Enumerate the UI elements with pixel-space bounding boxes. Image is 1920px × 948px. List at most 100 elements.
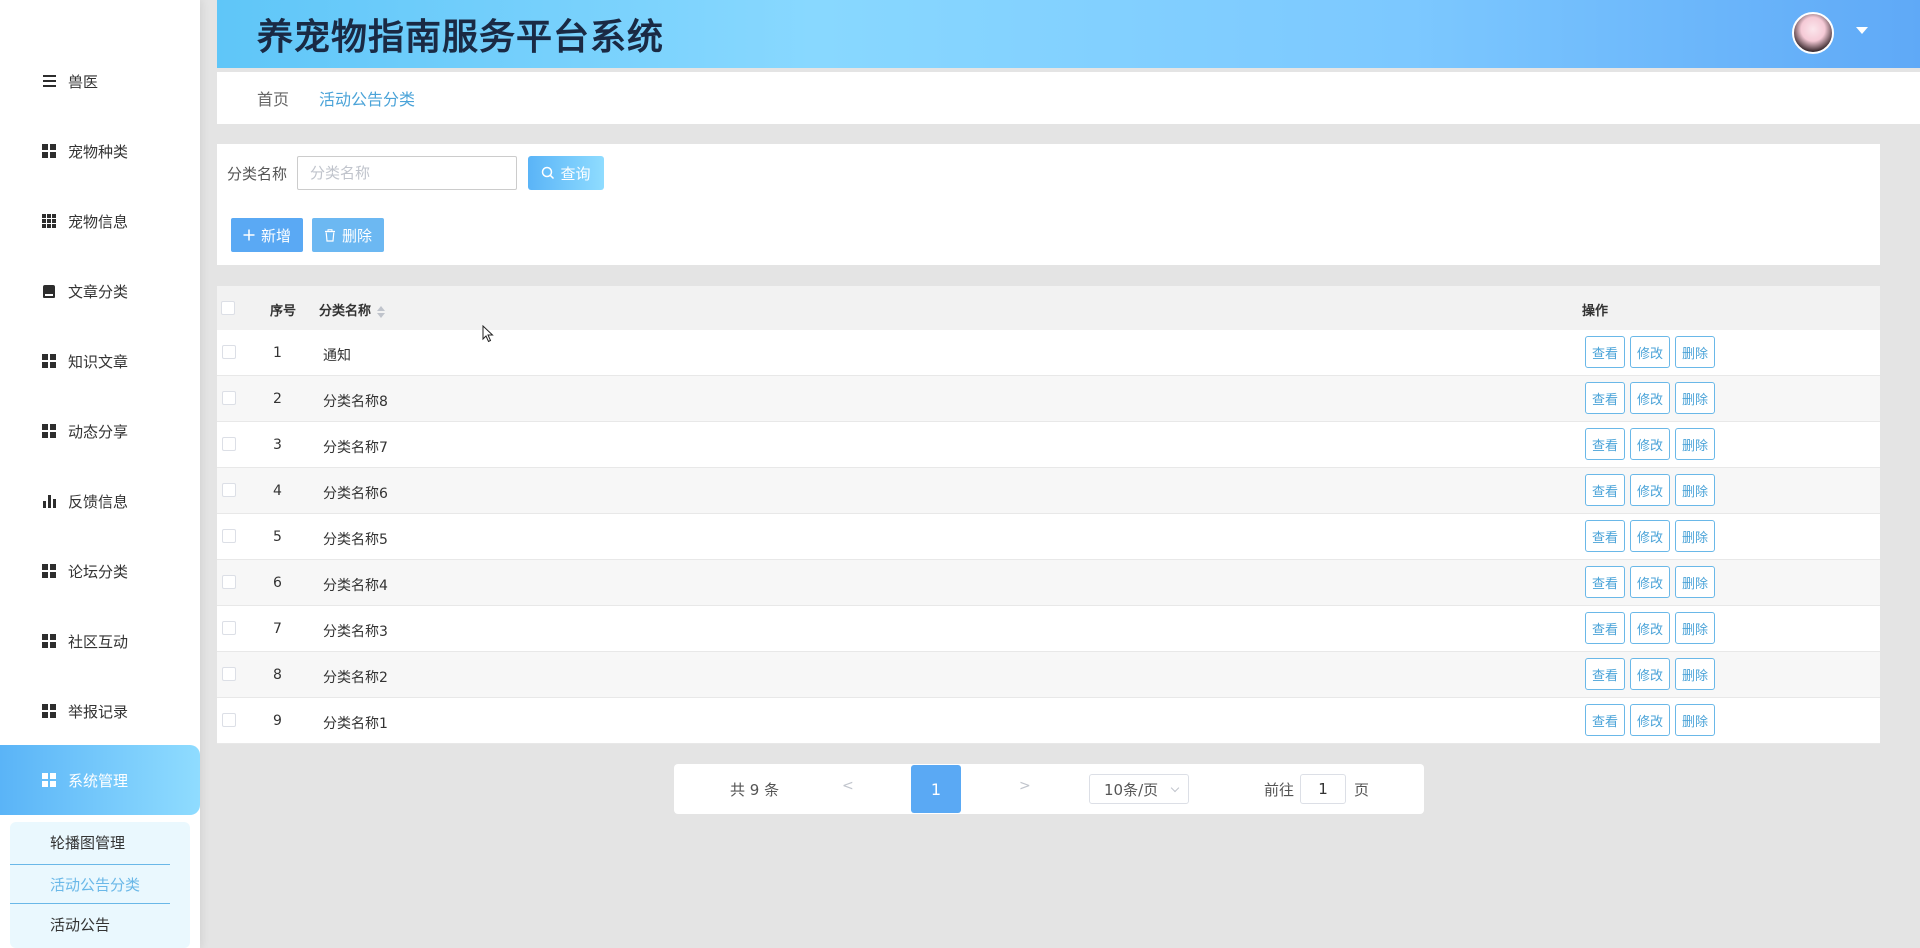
edit-button[interactable]: 修改 bbox=[1630, 474, 1670, 506]
grid-icon bbox=[42, 773, 56, 787]
edit-button[interactable]: 修改 bbox=[1630, 520, 1670, 552]
add-button[interactable]: 新增 bbox=[231, 218, 303, 252]
search-input[interactable] bbox=[297, 156, 517, 190]
breadcrumb-current: 活动公告分类 bbox=[319, 90, 416, 109]
view-button[interactable]: 查看 bbox=[1585, 566, 1625, 598]
sidebar-item[interactable]: 论坛分类 bbox=[0, 536, 200, 606]
row-index: 7 bbox=[273, 621, 282, 637]
view-button[interactable]: 查看 bbox=[1585, 382, 1625, 414]
sidebar-item-label: 论坛分类 bbox=[68, 562, 129, 581]
submenu-item[interactable]: 活动公告分类 bbox=[10, 864, 170, 904]
select-all-checkbox[interactable] bbox=[221, 301, 235, 315]
row-index: 9 bbox=[273, 713, 282, 729]
delete-button[interactable]: 删除 bbox=[1675, 382, 1715, 414]
sidebar-item[interactable]: 反馈信息 bbox=[0, 466, 200, 536]
sidebar-item[interactable]: 系统管理 bbox=[0, 745, 200, 815]
view-button[interactable]: 查看 bbox=[1585, 336, 1625, 368]
breadcrumb: 首页 活动公告分类 bbox=[217, 72, 1920, 124]
table-row: 4 分类名称6 查看 修改 删除 bbox=[217, 468, 1880, 514]
row-index: 2 bbox=[273, 391, 282, 407]
batch-delete-button[interactable]: 删除 bbox=[312, 218, 384, 252]
header-name[interactable]: 分类名称 bbox=[319, 300, 386, 319]
table-header: 序号 分类名称 操作 bbox=[217, 286, 1880, 330]
row-checkbox[interactable] bbox=[222, 529, 236, 543]
app-title: 养宠物指南服务平台系统 bbox=[257, 17, 665, 58]
row-checkbox[interactable] bbox=[222, 667, 236, 681]
edit-button[interactable]: 修改 bbox=[1630, 658, 1670, 690]
edit-button[interactable]: 修改 bbox=[1630, 612, 1670, 644]
sidebar-item[interactable]: 宠物种类 bbox=[0, 116, 200, 186]
sidebar-item[interactable]: 动态分享 bbox=[0, 396, 200, 466]
page-size-select[interactable]: 10条/页 bbox=[1089, 774, 1189, 804]
row-checkbox[interactable] bbox=[222, 483, 236, 497]
edit-button[interactable]: 修改 bbox=[1630, 566, 1670, 598]
table-row: 3 分类名称7 查看 修改 删除 bbox=[217, 422, 1880, 468]
edit-button[interactable]: 修改 bbox=[1630, 336, 1670, 368]
row-name: 分类名称6 bbox=[323, 486, 388, 502]
grid-icon bbox=[42, 354, 56, 368]
edit-button[interactable]: 修改 bbox=[1630, 428, 1670, 460]
view-button[interactable]: 查看 bbox=[1585, 474, 1625, 506]
page-number-button[interactable]: 1 bbox=[911, 765, 961, 813]
sidebar-item[interactable]: 举报记录 bbox=[0, 676, 200, 746]
data-table: 序号 分类名称 操作 1 通知 查看 修改 删除 2 分类名称8 查看 修改 删除 3 分类名称7 查看… bbox=[217, 286, 1880, 744]
sidebar-item[interactable]: 社区互动 bbox=[0, 606, 200, 676]
row-name: 分类名称4 bbox=[323, 578, 388, 594]
edit-button[interactable]: 修改 bbox=[1630, 382, 1670, 414]
delete-button[interactable]: 删除 bbox=[1675, 336, 1715, 368]
delete-button[interactable]: 删除 bbox=[1675, 566, 1715, 598]
view-button[interactable]: 查看 bbox=[1585, 658, 1625, 690]
sidebar-item[interactable]: 兽医 bbox=[0, 46, 200, 116]
view-button[interactable]: 查看 bbox=[1585, 520, 1625, 552]
next-page-button[interactable]: > bbox=[1019, 778, 1031, 794]
delete-button[interactable]: 删除 bbox=[1675, 428, 1715, 460]
search-panel: 分类名称 查询 新增 删除 bbox=[217, 144, 1880, 265]
caret-down-icon[interactable] bbox=[1856, 27, 1868, 34]
page-unit-label: 页 bbox=[1354, 781, 1370, 799]
row-checkbox[interactable] bbox=[222, 621, 236, 635]
sidebar-item[interactable]: 宠物信息 bbox=[0, 186, 200, 256]
delete-button[interactable]: 删除 bbox=[1675, 474, 1715, 506]
row-name: 分类名称1 bbox=[323, 716, 388, 732]
user-avatar[interactable] bbox=[1792, 12, 1834, 54]
sidebar-item[interactable]: 文章分类 bbox=[0, 256, 200, 326]
search-label: 分类名称 bbox=[227, 165, 288, 183]
delete-button[interactable]: 删除 bbox=[1675, 658, 1715, 690]
query-button-label: 查询 bbox=[560, 164, 591, 183]
delete-button[interactable]: 删除 bbox=[1675, 704, 1715, 736]
view-button[interactable]: 查看 bbox=[1585, 612, 1625, 644]
goto-page-input[interactable] bbox=[1300, 774, 1346, 804]
query-button[interactable]: 查询 bbox=[528, 156, 604, 190]
table-row: 5 分类名称5 查看 修改 删除 bbox=[217, 514, 1880, 560]
delete-button[interactable]: 删除 bbox=[1675, 612, 1715, 644]
sidebar-item-label: 反馈信息 bbox=[68, 492, 129, 511]
row-name: 分类名称5 bbox=[323, 532, 388, 548]
submenu-item[interactable]: 活动公告 bbox=[10, 904, 170, 944]
view-button[interactable]: 查看 bbox=[1585, 704, 1625, 736]
grid-icon bbox=[42, 564, 56, 578]
prev-page-button[interactable]: < bbox=[842, 778, 854, 794]
row-checkbox[interactable] bbox=[222, 575, 236, 589]
sort-icon[interactable] bbox=[377, 305, 386, 318]
breadcrumb-home[interactable]: 首页 bbox=[257, 86, 289, 110]
sidebar: 兽医 宠物种类 宠物信息 文章分类 知识文章 动态分享反馈信息论坛分类社区互动举报记录系统… bbox=[0, 0, 200, 948]
batch-delete-button-label: 删除 bbox=[341, 226, 372, 245]
sidebar-item-label: 社区互动 bbox=[68, 632, 129, 651]
pagination: 共 9 条 < 1 > 10条/页 前往 页 bbox=[674, 764, 1424, 814]
sidebar-item-label: 举报记录 bbox=[68, 702, 129, 721]
edit-button[interactable]: 修改 bbox=[1630, 704, 1670, 736]
row-checkbox[interactable] bbox=[222, 437, 236, 451]
grid-icon bbox=[42, 634, 56, 648]
row-checkbox[interactable] bbox=[222, 345, 236, 359]
top-header: 养宠物指南服务平台系统 bbox=[217, 0, 1920, 68]
row-checkbox[interactable] bbox=[222, 391, 236, 405]
view-button[interactable]: 查看 bbox=[1585, 428, 1625, 460]
delete-button[interactable]: 删除 bbox=[1675, 520, 1715, 552]
sidebar-item[interactable]: 知识文章 bbox=[0, 326, 200, 396]
row-index: 6 bbox=[273, 575, 282, 591]
table-row: 2 分类名称8 查看 修改 删除 bbox=[217, 376, 1880, 422]
table-row: 7 分类名称3 查看 修改 删除 bbox=[217, 606, 1880, 652]
row-index: 8 bbox=[273, 667, 282, 683]
submenu-item[interactable]: 轮播图管理 bbox=[10, 822, 170, 862]
row-checkbox[interactable] bbox=[222, 713, 236, 727]
